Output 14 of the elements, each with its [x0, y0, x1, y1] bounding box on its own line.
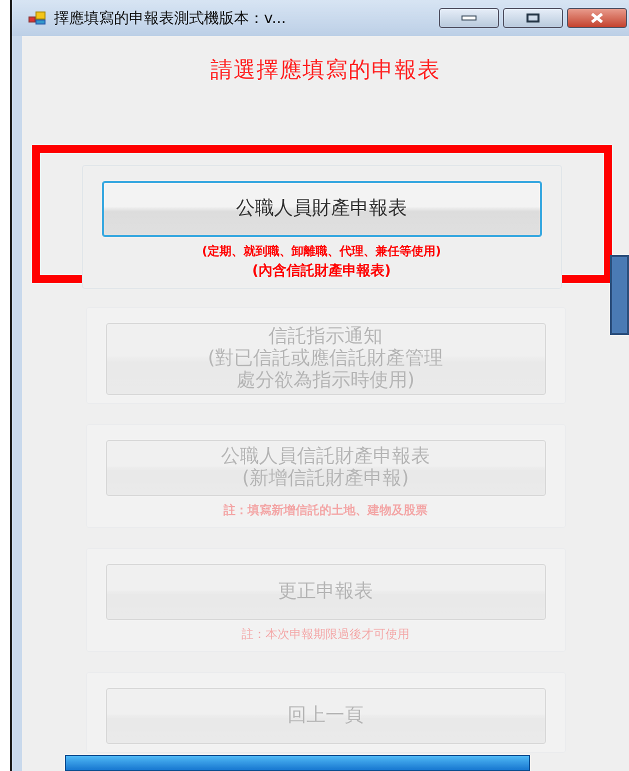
note-text: (定期、就到職、卸離職、代理、兼任等使用) [202, 243, 441, 260]
note-text: (內含信託財產申報表) [252, 262, 391, 280]
maximize-button[interactable] [503, 8, 563, 28]
minimize-button[interactable] [439, 8, 499, 28]
form-heading: 請選擇應填寫的申報表 [210, 57, 440, 85]
note-text: 註：填寫新增信託的土地、建物及股票 [224, 502, 428, 519]
form-button[interactable]: 公職人員財產申報表 [102, 181, 542, 237]
maximize-icon [526, 13, 540, 23]
app-icon [28, 11, 46, 25]
window-title: 擇應填寫的申報表測式機版本：v... [54, 8, 288, 28]
note-text: 註：本次申報期限過後才可使用 [242, 626, 410, 643]
minimize-icon [461, 15, 477, 21]
close-icon [590, 13, 604, 23]
close-button[interactable] [567, 8, 627, 28]
